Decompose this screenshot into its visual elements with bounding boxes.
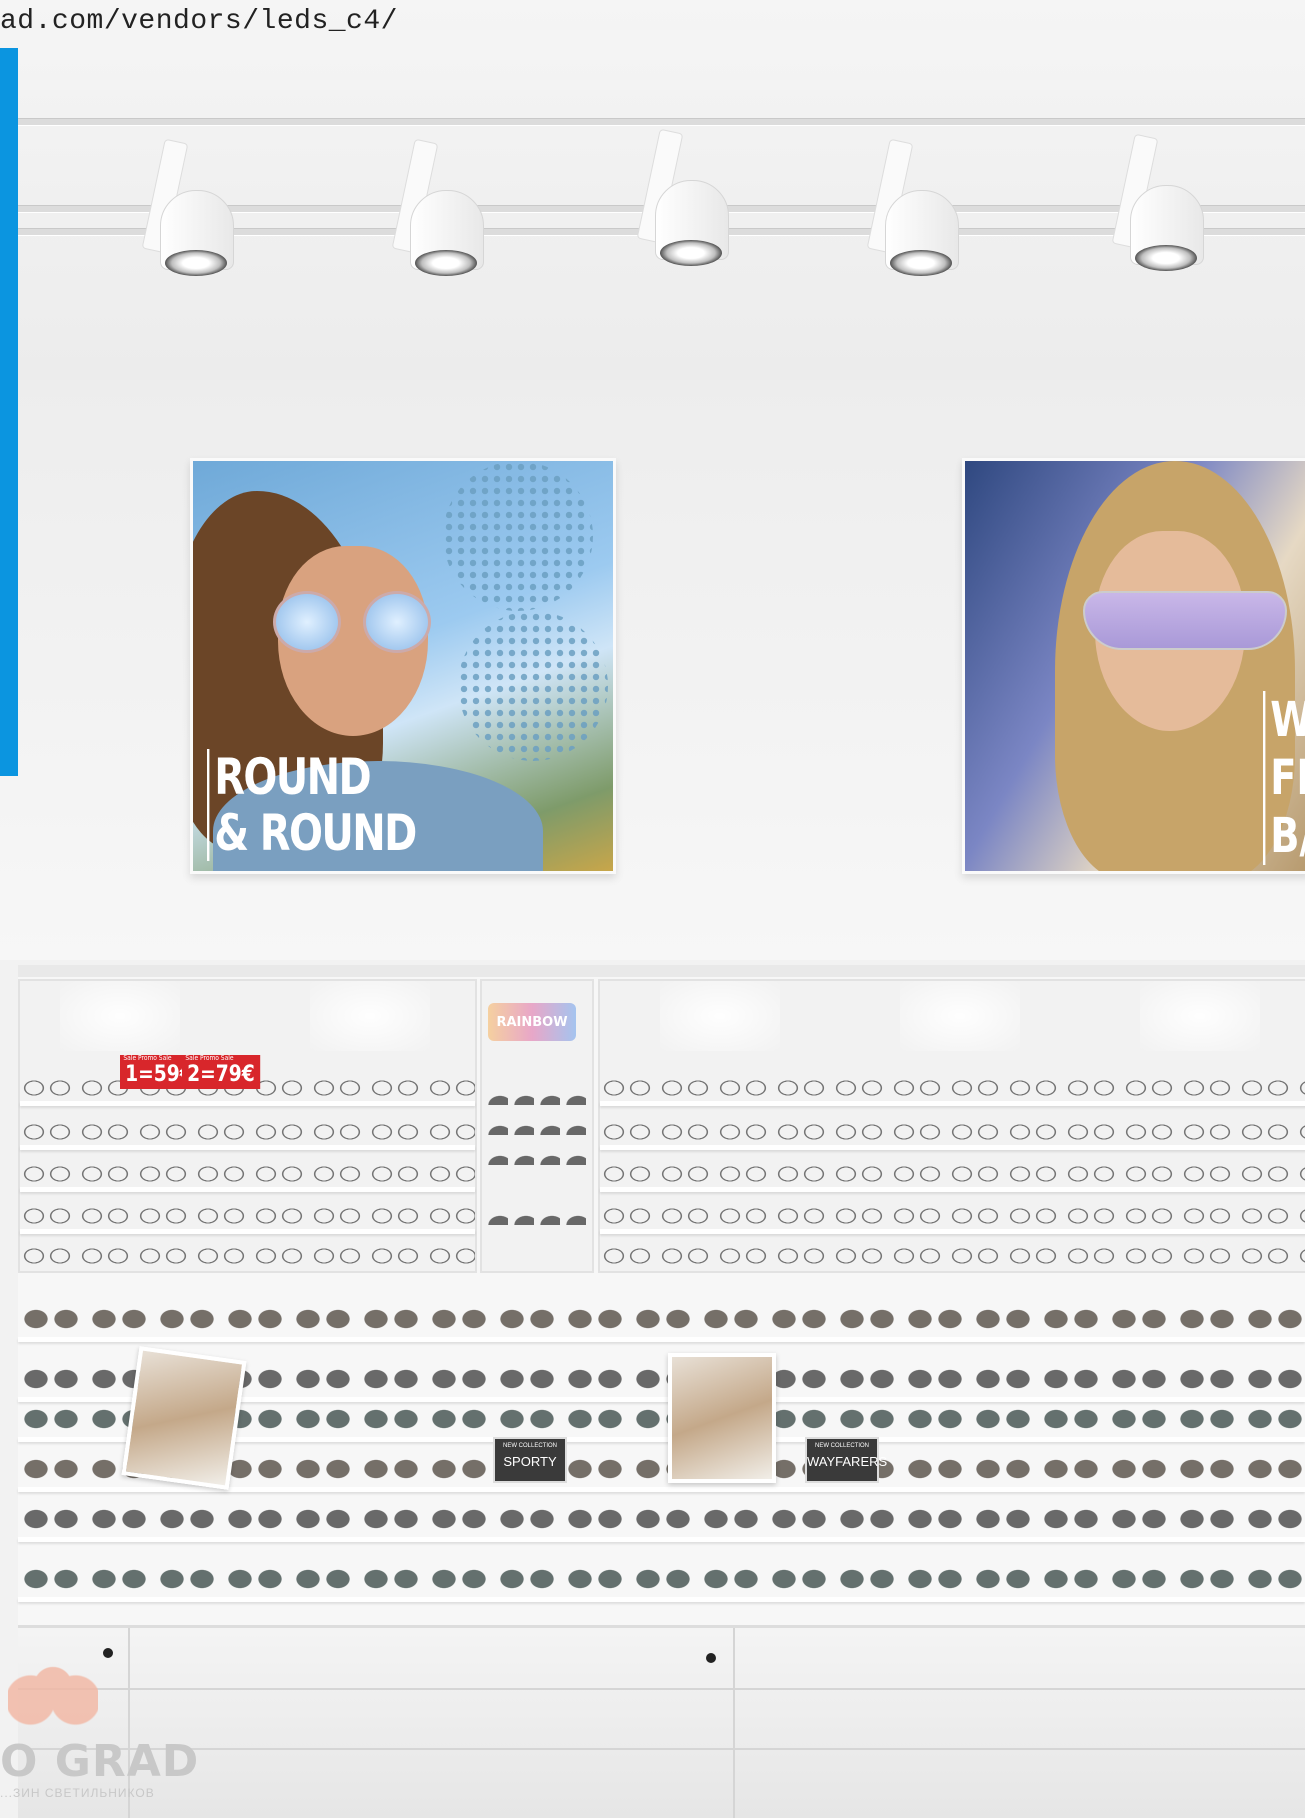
spotlight	[141, 138, 235, 276]
watermark-tagline: ...ЗИН СВЕТИЛЬНИКОВ	[0, 1786, 155, 1800]
spotlight	[1111, 133, 1205, 271]
spotlight	[636, 128, 730, 266]
sunglasses-row	[18, 1565, 1305, 1593]
url-text: ad.com/vendors/leds_c4/	[0, 6, 398, 37]
frames-row	[20, 1245, 475, 1267]
collection-sign-name: WAYFARERS	[807, 1454, 888, 1469]
cabinet-top	[18, 965, 1305, 977]
drawer-knob	[706, 1653, 716, 1663]
optical-frames-panel-right	[598, 979, 1305, 1273]
collection-sign-wayfarers: NEW COLLECTION WAYFARERS	[805, 1437, 888, 1483]
side-tab	[0, 48, 18, 776]
poster-round-and-round: ROUND & ROUND	[190, 458, 616, 874]
spotlight	[866, 138, 960, 276]
dot-pattern	[443, 461, 593, 611]
light-rail-top	[18, 118, 1305, 126]
mini-sunglasses-row	[482, 1211, 592, 1225]
mini-sunglasses-row	[482, 1151, 592, 1165]
flower-logo-icon	[8, 1658, 98, 1728]
eyewear-display-cabinet: Sale Promo Sale 1=59€ Sale Promo Sale 2=79…	[18, 965, 1305, 1818]
poster-title-line: & ROUND	[214, 804, 417, 862]
mini-sunglasses-row	[482, 1121, 592, 1135]
frames-row	[600, 1121, 1305, 1143]
collection-sign-small: NEW COLLECTION	[502, 1443, 557, 1449]
frames-row	[20, 1121, 475, 1143]
mini-sunglasses-row	[482, 1091, 592, 1105]
price-tag-small: Sale Promo Sale	[123, 1054, 172, 1062]
watermark-brand: O GRAD	[0, 1736, 200, 1787]
poster-title-line: ROUND	[214, 748, 372, 806]
spotlight	[391, 138, 485, 276]
poster-title: W FL B/	[1263, 691, 1305, 865]
rainbow-sign: RAINBOW	[488, 1003, 576, 1041]
price-tag-small: Sale Promo Sale	[185, 1054, 234, 1062]
collection-sign-name: SPORTY	[503, 1454, 557, 1469]
collection-sign-small: NEW COLLECTION	[814, 1443, 869, 1449]
frames-row	[600, 1205, 1305, 1227]
frames-row	[600, 1245, 1305, 1267]
collection-sign-sporty: NEW COLLECTION SPORTY	[493, 1437, 567, 1483]
poster-model-right: W FL B/	[962, 458, 1305, 874]
cabinet-drawers	[18, 1625, 1305, 1818]
purple-sunglasses	[1083, 591, 1287, 650]
ceiling	[0, 0, 1305, 380]
poster-title: ROUND & ROUND	[207, 748, 417, 862]
model-photo-panel	[121, 1346, 247, 1490]
price-tag: Sale Promo Sale 2=79€	[182, 1054, 260, 1089]
optical-frames-panel-left: Sale Promo Sale 1=59€ Sale Promo Sale 2=79…	[18, 979, 477, 1273]
poster-title-line: FL	[1270, 750, 1305, 806]
poster-title-line: B/	[1270, 808, 1305, 864]
dot-pattern	[458, 611, 608, 761]
frames-row	[600, 1077, 1305, 1099]
frames-row	[20, 1163, 475, 1185]
model-photo-panel	[668, 1353, 776, 1483]
poster-title-line: W	[1270, 691, 1305, 749]
sunglasses-row	[18, 1505, 1305, 1533]
watermark-logo: O GRAD ...ЗИН СВЕТИЛЬНИКОВ	[0, 1648, 210, 1808]
frames-row	[20, 1205, 475, 1227]
sunglasses-row	[18, 1305, 1305, 1333]
round-sunglasses	[273, 591, 443, 653]
price-tag-label: 2=79€	[187, 1062, 255, 1087]
frames-row	[600, 1163, 1305, 1185]
